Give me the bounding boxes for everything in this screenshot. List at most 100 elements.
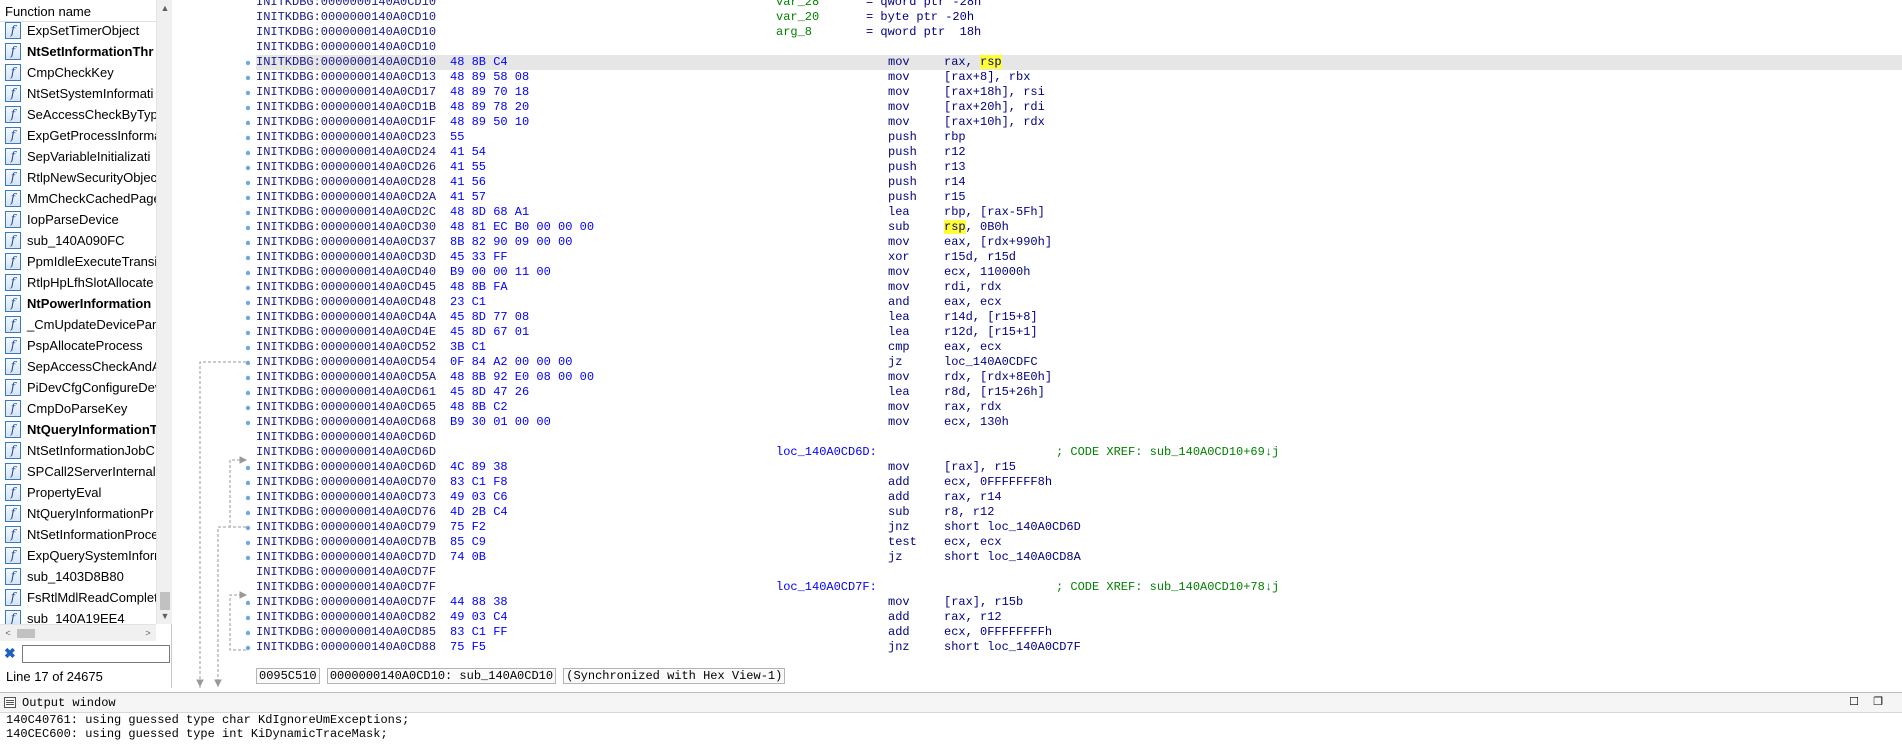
disassembly-line[interactable]: INITKDBG:0000000140A0CD7B 85 C9 test ecx, e… — [256, 535, 1902, 550]
highlighted-register[interactable]: rsp — [944, 220, 966, 234]
clear-filter-icon[interactable]: ✖ — [4, 646, 18, 660]
disassembly-line[interactable]: INITKDBG:0000000140A0CD4A 45 8D 77 08 lea r… — [256, 310, 1902, 325]
function-list-item[interactable]: f IopParseDevice — [0, 209, 156, 230]
breakpoint-dot-icon[interactable] — [245, 420, 251, 426]
breakpoint-dot-icon[interactable] — [245, 360, 251, 366]
highlighted-register[interactable]: rsp — [980, 55, 1002, 69]
disassembly-line[interactable]: INITKDBG:0000000140A0CD4E 45 8D 67 01 lea r… — [256, 325, 1902, 340]
function-list-item[interactable]: f RtlpHpLfhSlotAllocate — [0, 272, 156, 293]
function-list-item[interactable]: f MmCheckCachedPage — [0, 188, 156, 209]
disassembly-line[interactable]: INITKDBG:0000000140A0CD17 48 89 70 18 mov [… — [256, 85, 1902, 100]
function-list-item[interactable]: f NtSetInformationJobC — [0, 440, 156, 461]
breakpoint-dot-icon[interactable] — [245, 135, 251, 141]
function-list-item[interactable]: f PiDevCfgConfigureDev — [0, 377, 156, 398]
breakpoint-dot-icon[interactable] — [245, 540, 251, 546]
scroll-left-arrow-icon[interactable]: < — [0, 625, 16, 642]
disassembly-line[interactable]: INITKDBG:0000000140A0CD82 49 03 C4 add rax,… — [256, 610, 1902, 625]
function-filter-input[interactable] — [22, 645, 170, 663]
disassembly-line[interactable]: INITKDBG:0000000140A0CD5A 48 8B 92 E0 08 … — [256, 370, 1902, 385]
breakpoint-dot-icon[interactable] — [245, 180, 251, 186]
disassembly-line[interactable]: INITKDBG:0000000140A0CD1F 48 89 50 10 mov [… — [256, 115, 1902, 130]
disassembly-line[interactable]: INITKDBG:0000000140A0CD70 83 C1 F8 add ecx,… — [256, 475, 1902, 490]
disassembly-line[interactable]: INITKDBG:0000000140A0CD40 B9 00 00 11 00 m… — [256, 265, 1902, 280]
scroll-down-arrow-icon[interactable]: ▼ — [157, 608, 173, 624]
disassembly-line[interactable]: INITKDBG:0000000140A0CD7F loc_140A0CD7F:;… — [256, 580, 1902, 595]
scroll-right-arrow-icon[interactable]: > — [140, 625, 156, 642]
disassembly-line[interactable]: INITKDBG:0000000140A0CD10 arg_8 = qword pt… — [256, 25, 1902, 40]
function-list-item[interactable]: f sub_140A090FC — [0, 230, 156, 251]
disassembly-line[interactable]: INITKDBG:0000000140A0CD76 4D 2B C4 sub r8, … — [256, 505, 1902, 520]
disassembly-line[interactable]: INITKDBG:0000000140A0CD13 48 89 58 08 mov [… — [256, 70, 1902, 85]
breakpoint-dot-icon[interactable] — [245, 270, 251, 276]
disassembly-line[interactable]: INITKDBG:0000000140A0CD10 var_28 = qword p… — [256, 0, 1902, 10]
disassembly-line[interactable]: INITKDBG:0000000140A0CD28 41 56 push r14 — [256, 175, 1902, 190]
disassembly-line[interactable]: INITKDBG:0000000140A0CD26 41 55 push r13 — [256, 160, 1902, 175]
function-list-item[interactable]: f SeAccessCheckByType — [0, 104, 156, 125]
restore-window-icon[interactable]: ❐ — [1872, 696, 1884, 708]
disassembly-line[interactable]: INITKDBG:0000000140A0CD6D loc_140A0CD6D:;… — [256, 445, 1902, 460]
breakpoint-dot-icon[interactable] — [245, 645, 251, 651]
function-list-item[interactable]: f PspAllocateProcess — [0, 335, 156, 356]
disassembly-line[interactable]: INITKDBG:0000000140A0CD2C 48 8D 68 A1 lea r… — [256, 205, 1902, 220]
breakpoint-dot-icon[interactable] — [245, 225, 251, 231]
function-list-vertical-scrollbar[interactable]: ▲ ▼ — [156, 0, 172, 624]
breakpoint-dot-icon[interactable] — [245, 285, 251, 291]
breakpoint-dot-icon[interactable] — [245, 510, 251, 516]
scroll-thumb[interactable] — [17, 629, 35, 638]
function-list-item[interactable]: f NtSetInformationProce — [0, 524, 156, 545]
breakpoint-dot-icon[interactable] — [245, 90, 251, 96]
function-list-item[interactable]: f ExpGetProcessInforma — [0, 125, 156, 146]
function-list-item[interactable]: f RtlpNewSecurityObjec — [0, 167, 156, 188]
current-disassembly-line[interactable]: INITKDBG:0000000140A0CD10 48 8B C4 mov rax,… — [256, 55, 1902, 70]
function-list-item[interactable]: f NtPowerInformation — [0, 293, 156, 314]
breakpoint-dot-icon[interactable] — [245, 120, 251, 126]
disassembly-line[interactable]: INITKDBG:0000000140A0CD54 0F 84 A2 00 00 … — [256, 355, 1902, 370]
function-list-item[interactable]: f FsRtlMdlReadComplet — [0, 587, 156, 608]
breakpoint-dot-icon[interactable] — [245, 390, 251, 396]
disassembly-line[interactable]: INITKDBG:0000000140A0CD52 3B C1 cmp eax, ec… — [256, 340, 1902, 355]
function-list-item[interactable]: f NtSetSystemInformati — [0, 83, 156, 104]
function-list-horizontal-scrollbar[interactable]: < > — [0, 624, 156, 641]
disassembly-line[interactable]: INITKDBG:0000000140A0CD68 B9 30 01 00 00 m… — [256, 415, 1902, 430]
function-list-item[interactable]: f CmpDoParseKey — [0, 398, 156, 419]
scroll-up-arrow-icon[interactable]: ▲ — [157, 0, 173, 16]
breakpoint-dot-icon[interactable] — [245, 210, 251, 216]
breakpoint-dot-icon[interactable] — [245, 405, 251, 411]
disassembly-line[interactable]: INITKDBG:0000000140A0CD7D 74 0B jz short lo… — [256, 550, 1902, 565]
function-list-item[interactable]: f ExpSetTimerObject — [0, 20, 156, 41]
disassembly-line[interactable]: INITKDBG:0000000140A0CD7F — [256, 565, 1902, 580]
function-list-item[interactable]: f PropertyEval — [0, 482, 156, 503]
disassembly-line[interactable]: INITKDBG:0000000140A0CD10 var_20 = byte pt… — [256, 10, 1902, 25]
disassembly-line[interactable]: INITKDBG:0000000140A0CD3D 45 33 FF xor r15d… — [256, 250, 1902, 265]
disassembly-line[interactable]: INITKDBG:0000000140A0CD23 55 push rbp — [256, 130, 1902, 145]
disassembly-line[interactable]: INITKDBG:0000000140A0CD24 41 54 push r12 — [256, 145, 1902, 160]
function-list-item[interactable]: f ExpQuerySystemInforr — [0, 545, 156, 566]
breakpoint-dot-icon[interactable] — [245, 615, 251, 621]
function-list-item[interactable]: f NtQueryInformationT — [0, 419, 156, 440]
output-log[interactable]: 140C40761: using guessed type char KdIgn… — [6, 713, 1896, 749]
function-list-item[interactable]: f SepAccessCheckAndAu — [0, 356, 156, 377]
function-list-item[interactable]: f CmpCheckKey — [0, 62, 156, 83]
disassembly-line[interactable]: INITKDBG:0000000140A0CD88 75 F5 jnz short l… — [256, 640, 1902, 655]
disassembly-line[interactable]: INITKDBG:0000000140A0CD79 75 F2 jnz short l… — [256, 520, 1902, 535]
disassembly-line[interactable]: INITKDBG:0000000140A0CD85 83 C1 FF add ecx,… — [256, 625, 1902, 640]
disassembly-listing[interactable]: INITKDBG:0000000140A0CD10 var_28 = qword p… — [256, 0, 1902, 655]
disassembly-line[interactable]: INITKDBG:0000000140A0CD61 45 8D 47 26 lea r… — [256, 385, 1902, 400]
disassembly-line[interactable]: INITKDBG:0000000140A0CD45 48 8B FA mov rdi,… — [256, 280, 1902, 295]
disassembly-line[interactable]: INITKDBG:0000000140A0CD30 48 81 EC B0 00 … — [256, 220, 1902, 235]
breakpoint-dot-icon[interactable] — [245, 345, 251, 351]
function-list-item[interactable]: f sub_1403D8B80 — [0, 566, 156, 587]
breakpoint-dot-icon[interactable] — [245, 375, 251, 381]
function-list-item[interactable]: f NtSetInformationThr — [0, 41, 156, 62]
breakpoint-dot-icon[interactable] — [245, 60, 251, 66]
function-name-column-header[interactable]: Function name — [0, 0, 156, 22]
maximize-icon[interactable]: ☐ — [1848, 696, 1860, 708]
breakpoint-dot-icon[interactable] — [245, 315, 251, 321]
function-list-item[interactable]: f PpmIdleExecuteTransit — [0, 251, 156, 272]
breakpoint-dot-icon[interactable] — [245, 75, 251, 81]
disassembly-line[interactable]: INITKDBG:0000000140A0CD48 23 C1 and eax, ec… — [256, 295, 1902, 310]
breakpoint-dot-icon[interactable] — [245, 150, 251, 156]
breakpoint-dot-icon[interactable] — [245, 195, 251, 201]
function-list[interactable]: f ExpSetTimerObject f NtSetInformationThr f C… — [0, 20, 156, 624]
breakpoint-dot-icon[interactable] — [245, 495, 251, 501]
